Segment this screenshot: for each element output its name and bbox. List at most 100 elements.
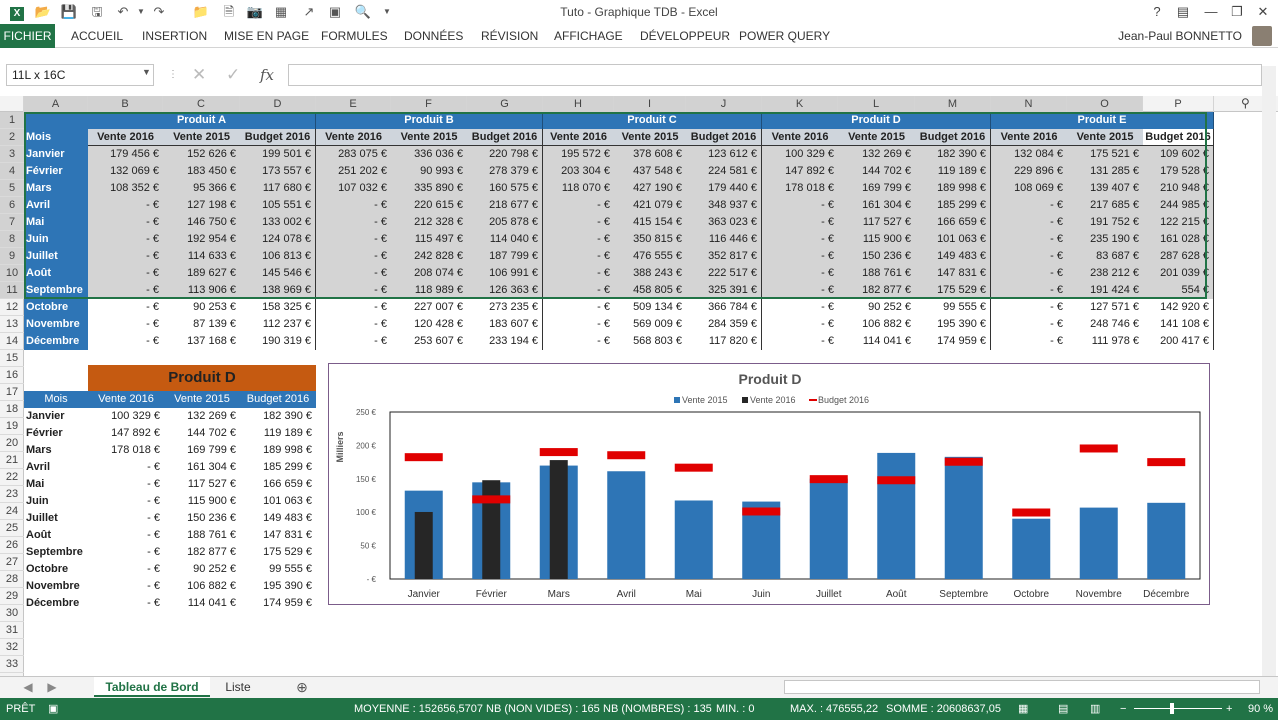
month-cell[interactable]: Décembre bbox=[24, 333, 88, 350]
table-cell[interactable]: 569 009 € bbox=[614, 316, 686, 333]
summary-title[interactable]: Produit D bbox=[88, 365, 316, 391]
tab-donnees[interactable]: DONNÉES bbox=[404, 24, 463, 48]
table-cell[interactable]: 273 235 € bbox=[467, 299, 543, 316]
zoom-in-icon[interactable]: + bbox=[1226, 698, 1232, 720]
column-header-f[interactable]: F bbox=[391, 96, 467, 112]
row-header-26[interactable]: 26 bbox=[0, 537, 24, 554]
table-cell[interactable]: 195 390 € bbox=[915, 316, 991, 333]
month-cell[interactable]: Novembre bbox=[24, 316, 88, 333]
row-header-30[interactable]: 30 bbox=[0, 605, 24, 622]
cancel-icon[interactable]: ✕ bbox=[192, 64, 206, 86]
row-header-6[interactable]: 6 bbox=[0, 197, 24, 214]
table-cell[interactable]: 284 359 € bbox=[686, 316, 762, 333]
summary-value[interactable]: 147 831 € bbox=[240, 527, 316, 544]
summary-value[interactable]: 117 527 € bbox=[164, 476, 240, 493]
table-cell[interactable]: 90 253 € bbox=[163, 299, 240, 316]
table-cell[interactable]: 87 139 € bbox=[163, 316, 240, 333]
tab-insertion[interactable]: INSERTION bbox=[142, 24, 207, 48]
tab-revision[interactable]: RÉVISION bbox=[481, 24, 538, 48]
summary-month[interactable]: Décembre bbox=[24, 595, 88, 612]
table-cell[interactable]: - € bbox=[543, 316, 614, 333]
summary-value[interactable]: 106 882 € bbox=[164, 578, 240, 595]
select-all-corner[interactable] bbox=[0, 96, 24, 112]
table-cell[interactable]: 111 978 € bbox=[1067, 333, 1143, 350]
summary-month[interactable]: Avril bbox=[24, 459, 88, 476]
summary-value[interactable]: - € bbox=[88, 595, 164, 612]
confirm-icon[interactable]: ✓ bbox=[226, 64, 240, 86]
summary-value[interactable]: 147 892 € bbox=[88, 425, 164, 442]
horizontal-scrollbar[interactable] bbox=[784, 680, 1260, 694]
page-layout-icon[interactable]: ▤ bbox=[1058, 698, 1068, 720]
summary-month[interactable]: Juillet bbox=[24, 510, 88, 527]
row-header-24[interactable]: 24 bbox=[0, 503, 24, 520]
summary-value[interactable]: 144 702 € bbox=[164, 425, 240, 442]
chart[interactable]: Produit D Milliers Vente 2015 Vente 2016 Bud… bbox=[328, 363, 1210, 605]
prev-sheet-icon[interactable]: ◀ bbox=[20, 677, 36, 697]
table-cell[interactable]: 127 571 € bbox=[1067, 299, 1143, 316]
table-cell[interactable]: 509 134 € bbox=[614, 299, 686, 316]
row-header-1[interactable]: 1 bbox=[0, 112, 24, 129]
close-icon[interactable]: ✕ bbox=[1252, 2, 1274, 22]
summary-value[interactable]: 169 799 € bbox=[164, 442, 240, 459]
row-header-12[interactable]: 12 bbox=[0, 299, 24, 316]
tab-affichage[interactable]: AFFICHAGE bbox=[554, 24, 623, 48]
tab-accueil[interactable]: ACCUEIL bbox=[71, 24, 123, 48]
row-header-8[interactable]: 8 bbox=[0, 231, 24, 248]
help-icon[interactable]: ? bbox=[1146, 2, 1168, 22]
summary-value[interactable]: 189 998 € bbox=[240, 442, 316, 459]
table-cell[interactable]: - € bbox=[991, 316, 1067, 333]
summary-value[interactable]: 166 659 € bbox=[240, 476, 316, 493]
formula-input[interactable] bbox=[288, 64, 1262, 86]
table-cell[interactable]: 142 920 € bbox=[1143, 299, 1214, 316]
zoom-handle[interactable] bbox=[1170, 703, 1174, 714]
column-header-g[interactable]: G bbox=[467, 96, 543, 112]
column-header-n[interactable]: N bbox=[991, 96, 1067, 112]
row-header-21[interactable]: 21 bbox=[0, 452, 24, 469]
summary-value[interactable]: - € bbox=[88, 493, 164, 510]
table-cell[interactable]: 120 428 € bbox=[391, 316, 467, 333]
summary-value[interactable]: 132 269 € bbox=[164, 408, 240, 425]
summary-value[interactable]: 175 529 € bbox=[240, 544, 316, 561]
table-cell[interactable]: - € bbox=[543, 333, 614, 350]
table-cell[interactable]: 158 325 € bbox=[240, 299, 316, 316]
summary-value[interactable]: 115 900 € bbox=[164, 493, 240, 510]
tab-formules[interactable]: FORMULES bbox=[321, 24, 388, 48]
summary-value[interactable]: 114 041 € bbox=[164, 595, 240, 612]
tab-mise-en-page[interactable]: MISE EN PAGE bbox=[224, 24, 309, 48]
table-cell[interactable]: 137 168 € bbox=[163, 333, 240, 350]
tab-file[interactable]: FICHIER bbox=[0, 24, 55, 48]
table-cell[interactable]: 248 746 € bbox=[1067, 316, 1143, 333]
column-header-l[interactable]: L bbox=[838, 96, 915, 112]
column-header-e[interactable]: E bbox=[316, 96, 391, 112]
chevron-down-icon[interactable]: ▼ bbox=[142, 67, 151, 77]
summary-value[interactable]: 119 189 € bbox=[240, 425, 316, 442]
column-header-a[interactable]: A bbox=[24, 96, 88, 112]
column-header-c[interactable]: C bbox=[163, 96, 240, 112]
summary-value[interactable]: 185 299 € bbox=[240, 459, 316, 476]
normal-view-icon[interactable]: ▦ bbox=[1018, 698, 1028, 720]
table-cell[interactable]: 253 607 € bbox=[391, 333, 467, 350]
row-header-25[interactable]: 25 bbox=[0, 520, 24, 537]
row-header-27[interactable]: 27 bbox=[0, 554, 24, 571]
table-cell[interactable]: 117 820 € bbox=[686, 333, 762, 350]
summary-month[interactable]: Juin bbox=[24, 493, 88, 510]
summary-value[interactable]: 90 252 € bbox=[164, 561, 240, 578]
row-header-3[interactable]: 3 bbox=[0, 146, 24, 163]
row-header-16[interactable]: 16 bbox=[0, 367, 24, 384]
table-cell[interactable]: - € bbox=[88, 333, 163, 350]
ribbon-display-icon[interactable]: ▤ bbox=[1172, 2, 1194, 22]
row-header-31[interactable]: 31 bbox=[0, 622, 24, 639]
next-sheet-icon[interactable]: ▶ bbox=[44, 677, 60, 697]
summary-value[interactable]: 182 390 € bbox=[240, 408, 316, 425]
table-cell[interactable]: - € bbox=[316, 333, 391, 350]
row-header-29[interactable]: 29 bbox=[0, 588, 24, 605]
sheet-tab-tableau-de-bord[interactable]: Tableau de Bord bbox=[94, 677, 210, 697]
row-header-23[interactable]: 23 bbox=[0, 486, 24, 503]
table-cell[interactable]: - € bbox=[991, 333, 1067, 350]
table-cell[interactable]: - € bbox=[991, 299, 1067, 316]
summary-header[interactable]: Budget 2016 bbox=[240, 391, 316, 408]
row-header-20[interactable]: 20 bbox=[0, 435, 24, 452]
column-header-h[interactable]: H bbox=[543, 96, 614, 112]
column-header-k[interactable]: K bbox=[762, 96, 838, 112]
restore-icon[interactable]: ❐ bbox=[1226, 2, 1248, 22]
